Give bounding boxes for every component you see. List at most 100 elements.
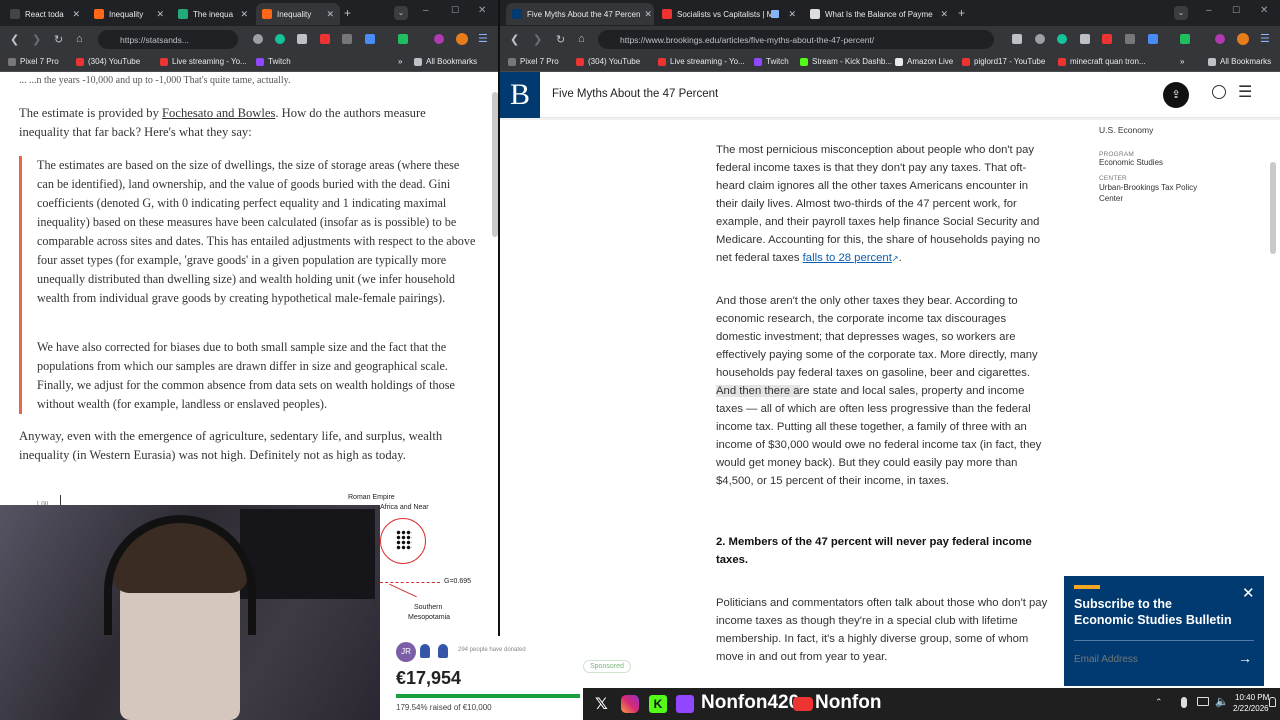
new-tab-button[interactable]: + [958,6,965,20]
bookmark-kick[interactable]: Stream - Kick Dashb... [800,57,892,66]
notification-icon[interactable] [1269,697,1276,707]
bookmark-livestream[interactable]: Live streaming - Yo... [160,57,247,66]
extension-icon[interactable] [253,34,263,44]
close-icon[interactable]: ✕ [236,9,248,20]
extension-icon[interactable] [1012,34,1022,44]
flask-extension-icon[interactable] [398,34,408,44]
left-tab-3[interactable]: The inequa ✕ [172,3,254,25]
extension-icon[interactable] [365,34,375,44]
flask-extension-icon[interactable] [1180,34,1190,44]
program-link[interactable]: Economic Studies [1099,158,1219,167]
popup-close-button[interactable]: ✕ [1242,584,1255,602]
extension-icon[interactable] [342,34,352,44]
fochesato-bowles-link[interactable]: Fochesato and Bowles [162,106,275,120]
bookmark-twitch[interactable]: Twitch [754,57,789,66]
forward-arrow-icon[interactable]: ❯ [533,33,542,46]
mic-icon[interactable] [1181,697,1187,708]
topic-link[interactable]: U.S. Economy [1099,125,1219,135]
menu-icon[interactable]: ☰ [1260,32,1270,45]
reload-icon[interactable]: ↻ [54,33,63,46]
home-icon[interactable]: ⌂ [578,33,585,45]
brookings-logo[interactable]: B [500,72,540,118]
bookmark-youtube[interactable]: (304) YouTube [76,57,140,66]
extension-icon[interactable] [1148,34,1158,44]
back-arrow-icon[interactable]: ❮ [10,33,19,46]
bookmark-piglord[interactable]: piglord17 - YouTube [962,57,1045,66]
bookmark-amazon[interactable]: Amazon Live [895,57,953,66]
clock-date[interactable]: 2/22/2026 [1233,704,1269,713]
audio-icon[interactable] [771,10,779,18]
bookmark-label: Twitch [766,57,789,66]
extension-icon[interactable] [434,34,444,44]
tab-search-button[interactable]: ⌄ [394,6,408,20]
back-arrow-icon[interactable]: ❮ [510,33,519,46]
all-bookmarks[interactable]: All Bookmarks [414,57,477,66]
profile-avatar-icon[interactable] [1237,33,1249,45]
article-top-cut-text: ... ...n the years -10,000 and up to -1,… [19,75,291,86]
falls-to-28-percent-link[interactable]: falls to 28 percent [803,252,892,264]
reload-icon[interactable]: ↻ [556,33,565,46]
network-icon[interactable] [1197,697,1209,706]
close-icon[interactable]: ✕ [322,9,334,20]
maximize-button[interactable]: ☐ [1232,5,1240,16]
menu-icon[interactable]: ☰ [478,32,488,45]
extension-icon[interactable] [1125,34,1135,44]
left-tab-4-active[interactable]: Inequality ✕ [256,3,340,25]
clock-time[interactable]: 10:40 PM [1235,693,1269,702]
youtube-icon [160,57,168,66]
profile-avatar-icon[interactable] [456,33,468,45]
new-tab-button[interactable]: + [344,6,351,20]
minimize-button[interactable]: – [1206,5,1212,16]
center-link[interactable]: Urban-Brookings Tax Policy Center [1099,182,1219,204]
share-button[interactable]: ⇪ [1163,82,1189,108]
page-favicon-icon [810,9,820,19]
close-icon[interactable]: ✕ [640,9,652,20]
grammarly-extension-icon[interactable] [275,34,285,44]
right-tab-3[interactable]: What Is the Balance of Payme ✕ [804,3,954,25]
maximize-button[interactable]: ☐ [451,5,459,16]
hamburger-menu-icon[interactable]: ☰ [1238,82,1252,102]
selected-text[interactable]: And then there a [716,385,800,397]
grammarly-extension-icon[interactable] [1057,34,1067,44]
close-window-button[interactable]: ✕ [478,5,486,16]
home-icon[interactable]: ⌂ [76,33,83,45]
bookmark-minecraft[interactable]: minecraft quan tron... [1058,57,1146,66]
minimize-button[interactable]: – [423,5,429,16]
right-toolbar: ❮ ❯ ↻ ⌂ https://www.brookings.edu/articl… [500,26,1280,53]
bookmark-twitch[interactable]: Twitch [256,57,291,66]
right-address-bar[interactable]: https://www.brookings.edu/articles/five-… [598,30,994,49]
tray-chevron-icon[interactable]: ⌃ [1155,697,1163,708]
left-tab-1[interactable]: React toda ✕ [4,3,86,25]
search-icon[interactable] [1212,85,1226,99]
bookmark-youtube[interactable]: (304) YouTube [576,57,640,66]
youtube-extension-icon[interactable] [320,34,330,44]
close-icon[interactable]: ✕ [68,9,80,20]
extension-icon[interactable] [297,34,307,44]
bookmark-pixel[interactable]: Pixel 7 Pro [8,57,59,66]
right-tab-1-active[interactable]: Five Myths About the 47 Percen ✕ [506,3,654,25]
tab-search-button[interactable]: ⌄ [1174,6,1188,20]
right-tab-2[interactable]: Socialists vs Capitalists | M ✕ [656,3,802,25]
close-icon[interactable]: ✕ [784,9,796,20]
close-icon[interactable]: ✕ [152,9,164,20]
email-input[interactable] [1070,648,1230,670]
submit-arrow-icon[interactable]: → [1238,650,1252,666]
bookmark-livestream[interactable]: Live streaming - Yo... [658,57,745,66]
youtube-extension-icon[interactable] [1102,34,1112,44]
bookmarks-overflow[interactable]: » [398,57,402,66]
volume-icon[interactable]: 🔈 [1215,695,1229,708]
right-scrollbar-thumb[interactable] [1270,162,1276,254]
left-address-bar[interactable]: https://statsands... [98,30,238,49]
extension-icon[interactable] [1215,34,1225,44]
close-icon[interactable]: ✕ [936,9,948,20]
left-tab-2[interactable]: Inequality ✕ [88,3,170,25]
bookmark-label: Stream - Kick Dashb... [812,57,893,66]
bookmark-pixel[interactable]: Pixel 7 Pro [508,57,559,66]
donation-widget: JR 294 people have donated €17,954 179.5… [380,636,585,720]
bookmarks-overflow[interactable]: » [1180,57,1184,66]
forward-arrow-icon[interactable]: ❯ [32,33,41,46]
close-window-button[interactable]: ✕ [1260,5,1268,16]
extension-icon[interactable] [1080,34,1090,44]
extension-icon[interactable] [1035,34,1045,44]
all-bookmarks[interactable]: All Bookmarks [1208,57,1271,66]
